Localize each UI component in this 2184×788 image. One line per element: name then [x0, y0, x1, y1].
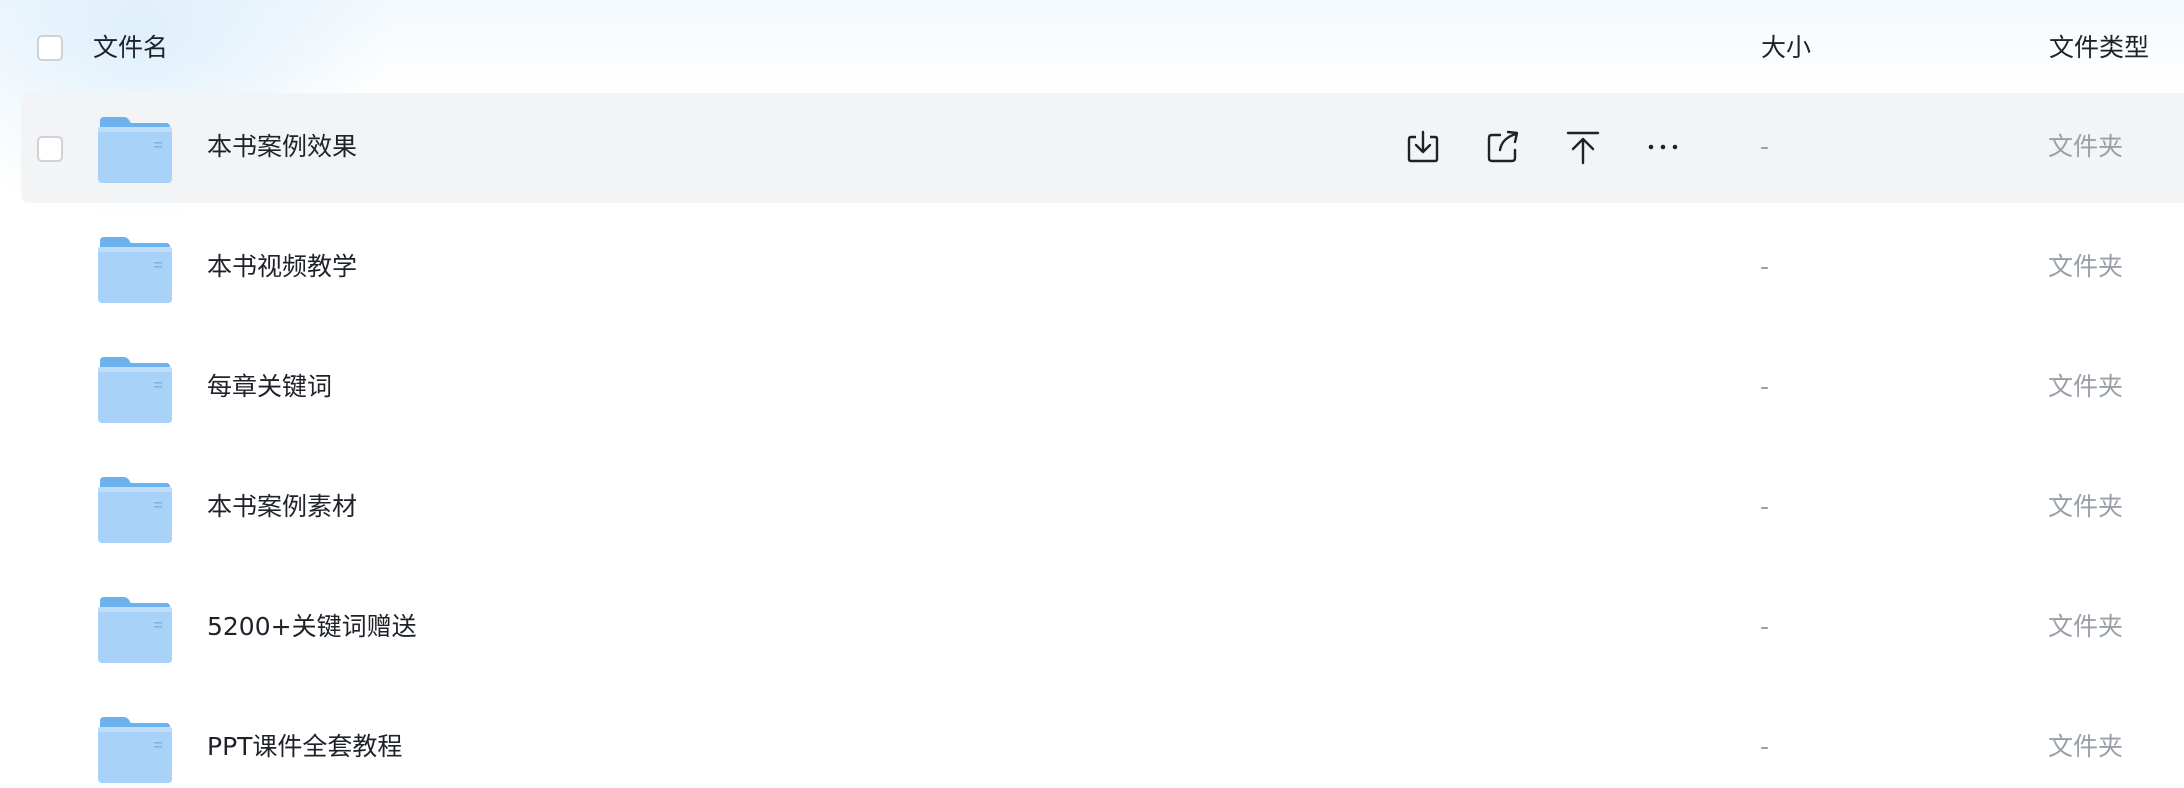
column-header-name[interactable]: 文件名: [93, 30, 168, 66]
file-name[interactable]: 本书案例素材: [207, 489, 357, 525]
column-header-type[interactable]: 文件类型: [2049, 30, 2149, 66]
file-row[interactable]: 本书案例效果 - 文件夹: [0, 93, 2184, 213]
file-name[interactable]: 本书案例效果: [207, 129, 357, 165]
file-name[interactable]: PPT课件全套教程: [207, 729, 402, 765]
file-size: -: [1760, 492, 1770, 521]
folder-icon: [98, 237, 172, 303]
folder-icon: [98, 357, 172, 423]
file-type: 文件夹: [2048, 132, 2124, 161]
file-size: -: [1760, 252, 1770, 281]
file-size: -: [1760, 372, 1770, 401]
file-list-header: 文件名 大小 文件类型: [0, 0, 2184, 96]
folder-icon: [98, 717, 172, 783]
file-type: 文件夹: [2048, 612, 2124, 641]
file-type: 文件夹: [2048, 732, 2124, 761]
more-icon[interactable]: [1644, 128, 1682, 166]
file-name[interactable]: 每章关键词: [207, 369, 332, 405]
file-row[interactable]: PPT课件全套教程 - 文件夹: [0, 693, 2184, 788]
file-list: 本书案例效果 - 文件夹 本书视频教学 - 文件夹 每章关键词 - 文件夹 本书…: [0, 93, 2184, 788]
folder-icon: [98, 477, 172, 543]
folder-icon: [98, 117, 172, 183]
file-type: 文件夹: [2048, 492, 2124, 521]
file-name[interactable]: 本书视频教学: [207, 249, 357, 285]
file-size: -: [1760, 132, 1770, 161]
download-icon[interactable]: [1404, 128, 1442, 166]
file-type: 文件夹: [2048, 252, 2124, 281]
select-all-checkbox[interactable]: [37, 35, 63, 61]
column-header-size[interactable]: 大小: [1761, 30, 1811, 66]
file-name[interactable]: 5200+关键词赠送: [207, 609, 417, 645]
file-row[interactable]: 每章关键词 - 文件夹: [0, 333, 2184, 453]
row-checkbox[interactable]: [37, 136, 63, 162]
file-size: -: [1760, 612, 1770, 641]
file-row[interactable]: 本书案例素材 - 文件夹: [0, 453, 2184, 573]
file-row[interactable]: 5200+关键词赠送 - 文件夹: [0, 573, 2184, 693]
folder-icon: [98, 597, 172, 663]
upload-icon[interactable]: [1564, 128, 1602, 166]
share-icon[interactable]: [1484, 128, 1522, 166]
file-size: -: [1760, 732, 1770, 761]
file-row[interactable]: 本书视频教学 - 文件夹: [0, 213, 2184, 333]
file-type: 文件夹: [2048, 372, 2124, 401]
file-list-page: 文件名 大小 文件类型 本书案例效果 - 文件夹 本书视频教学 - 文件夹 每章…: [0, 0, 2184, 788]
